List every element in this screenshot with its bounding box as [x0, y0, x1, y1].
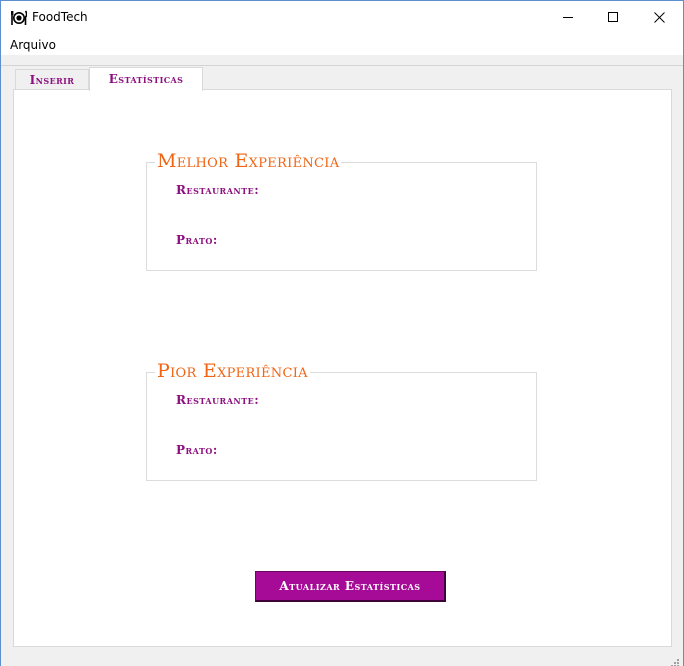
- best-experience-group: Melhor Experiência Restaurante: Prato:: [146, 150, 537, 271]
- best-dish-label: Prato:: [176, 233, 218, 247]
- maximize-icon: [608, 12, 618, 22]
- menu-bar: Arquivo: [1, 34, 683, 55]
- worst-dish-label: Prato:: [176, 443, 218, 457]
- resize-grip-icon[interactable]: [670, 653, 680, 666]
- best-restaurant-label: Restaurante:: [176, 183, 260, 197]
- update-statistics-button[interactable]: Atualizar Estatísticas: [255, 571, 446, 602]
- minimize-icon: [563, 17, 573, 18]
- minimize-button[interactable]: [546, 1, 592, 34]
- worst-experience-title: Pior Experiência: [155, 360, 310, 382]
- close-button[interactable]: [637, 1, 683, 34]
- title-bar[interactable]: FoodTech: [1, 1, 683, 34]
- tab-estatisticas-label: Estatísticas: [108, 72, 184, 86]
- plate-cutlery-icon: [10, 10, 28, 26]
- close-icon: [654, 12, 665, 23]
- window-title: FoodTech: [32, 10, 88, 24]
- statistics-panel: Melhor Experiência Restaurante: Prato: P…: [13, 89, 672, 647]
- maximize-button[interactable]: [591, 1, 637, 34]
- worst-experience-group: Pior Experiência Restaurante: Prato:: [146, 360, 537, 481]
- menu-arquivo[interactable]: Arquivo: [10, 38, 56, 52]
- worst-restaurant-label: Restaurante:: [176, 393, 260, 407]
- tab-inserir-label: Inserir: [29, 73, 75, 87]
- menu-separator: [1, 55, 683, 66]
- best-experience-title: Melhor Experiência: [155, 150, 342, 172]
- tab-estatisticas[interactable]: Estatísticas: [89, 67, 203, 91]
- tab-inserir[interactable]: Inserir: [15, 69, 89, 90]
- status-bar: [1, 647, 683, 666]
- app-window: FoodTech Arquivo Inserir Estatísticas Me…: [0, 0, 684, 666]
